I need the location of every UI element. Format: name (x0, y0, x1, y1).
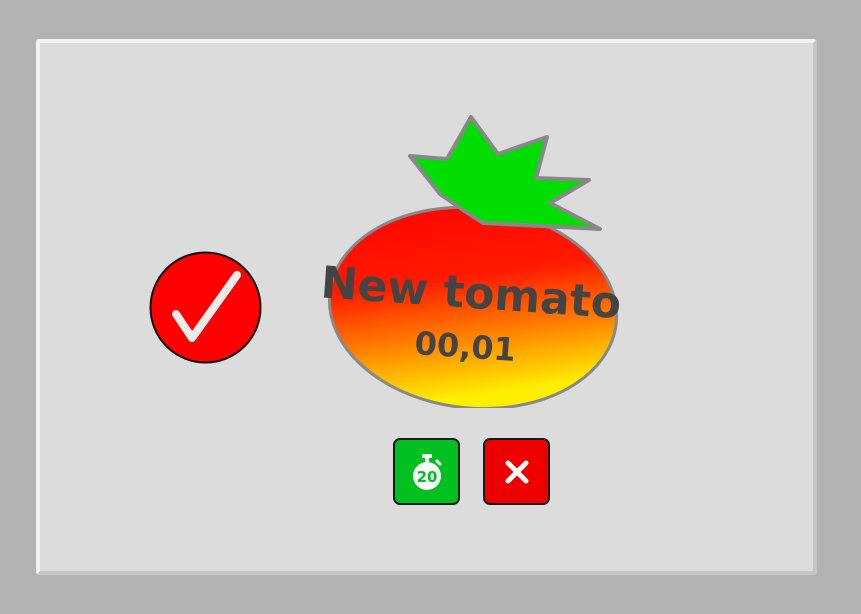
close-icon (505, 460, 528, 483)
tomato-display: New tomato 00,01 (319, 115, 623, 408)
stopwatch-icon: 20 (412, 453, 441, 490)
stopwatch-minutes: 20 (416, 468, 437, 486)
start-timer-button[interactable]: 20 (393, 438, 460, 505)
tomato-time: 00,01 (413, 324, 517, 369)
confirm-button[interactable] (149, 251, 262, 364)
cancel-button[interactable] (483, 438, 550, 505)
